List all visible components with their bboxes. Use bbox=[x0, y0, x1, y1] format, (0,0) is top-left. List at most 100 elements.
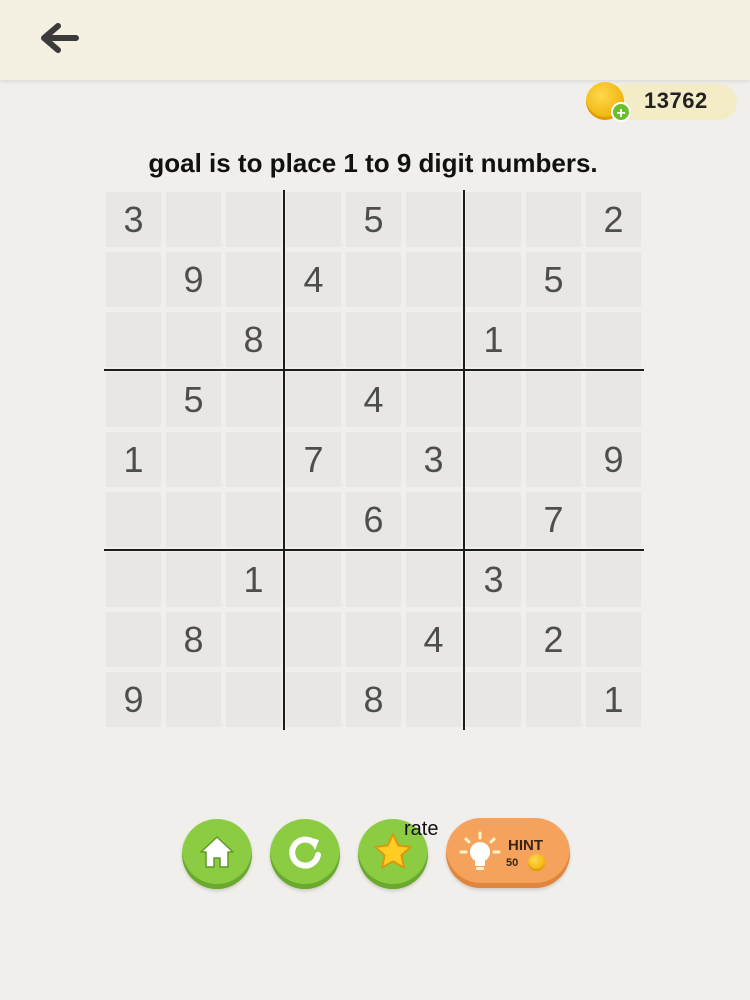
sudoku-cell[interactable]: 8 bbox=[166, 612, 221, 667]
hint-button[interactable]: HINT 50 bbox=[446, 818, 570, 888]
sudoku-cell[interactable]: 8 bbox=[226, 312, 281, 367]
coin-balance[interactable]: + 13762 bbox=[586, 82, 737, 122]
hint-label: HINT bbox=[508, 837, 543, 854]
hint-cost: 50 bbox=[506, 857, 519, 869]
sudoku-cell[interactable]: 9 bbox=[586, 432, 641, 487]
sudoku-cell[interactable]: 7 bbox=[526, 492, 581, 547]
sudoku-cell[interactable] bbox=[406, 312, 461, 367]
sudoku-cell[interactable] bbox=[226, 612, 281, 667]
sudoku-cell[interactable] bbox=[106, 552, 161, 607]
sudoku-cell[interactable] bbox=[286, 612, 341, 667]
sudoku-cell[interactable] bbox=[286, 492, 341, 547]
sudoku-cell[interactable] bbox=[226, 372, 281, 427]
sudoku-cell[interactable] bbox=[466, 252, 521, 307]
rate-label: rate bbox=[404, 818, 439, 840]
sudoku-cell[interactable] bbox=[406, 372, 461, 427]
sudoku-cell[interactable]: 2 bbox=[586, 192, 641, 247]
sudoku-cell[interactable] bbox=[226, 432, 281, 487]
sudoku-cell[interactable]: 7 bbox=[286, 432, 341, 487]
sudoku-cell[interactable] bbox=[226, 252, 281, 307]
block-divider-horizontal bbox=[104, 369, 644, 371]
sudoku-cell[interactable] bbox=[466, 492, 521, 547]
sudoku-cell[interactable] bbox=[586, 552, 641, 607]
instruction-text: goal is to place 1 to 9 digit numbers. bbox=[148, 148, 598, 178]
sudoku-cell[interactable] bbox=[586, 492, 641, 547]
sudoku-cell[interactable]: 4 bbox=[346, 372, 401, 427]
sudoku-cell[interactable]: 4 bbox=[406, 612, 461, 667]
sudoku-cell[interactable] bbox=[526, 192, 581, 247]
sudoku-cell[interactable] bbox=[106, 492, 161, 547]
sudoku-cell[interactable] bbox=[586, 372, 641, 427]
sudoku-cell[interactable]: 1 bbox=[106, 432, 161, 487]
sudoku-cell[interactable] bbox=[346, 432, 401, 487]
sudoku-cell[interactable] bbox=[466, 192, 521, 247]
sudoku-cell[interactable]: 1 bbox=[586, 672, 641, 727]
back-button[interactable] bbox=[30, 16, 90, 64]
coin-icon bbox=[528, 854, 545, 871]
sudoku-cell[interactable] bbox=[466, 432, 521, 487]
sudoku-cell[interactable] bbox=[466, 612, 521, 667]
sudoku-cell[interactable]: 1 bbox=[226, 552, 281, 607]
sudoku-cell[interactable] bbox=[346, 252, 401, 307]
sudoku-cell[interactable] bbox=[586, 612, 641, 667]
home-button[interactable] bbox=[182, 819, 252, 889]
sudoku-cell[interactable] bbox=[406, 552, 461, 607]
sudoku-cell[interactable]: 4 bbox=[286, 252, 341, 307]
sudoku-cell[interactable]: 5 bbox=[526, 252, 581, 307]
sudoku-cell[interactable] bbox=[286, 312, 341, 367]
sudoku-cell[interactable] bbox=[586, 312, 641, 367]
sudoku-cell[interactable] bbox=[166, 552, 221, 607]
sudoku-cell[interactable] bbox=[286, 192, 341, 247]
sudoku-cell[interactable]: 9 bbox=[106, 672, 161, 727]
sudoku-cell[interactable] bbox=[406, 192, 461, 247]
back-arrow-icon bbox=[40, 22, 80, 59]
sudoku-cell[interactable] bbox=[286, 672, 341, 727]
sudoku-cell[interactable] bbox=[166, 312, 221, 367]
sudoku-cell[interactable]: 9 bbox=[166, 252, 221, 307]
sudoku-cell[interactable] bbox=[166, 492, 221, 547]
sudoku-cell[interactable]: 1 bbox=[466, 312, 521, 367]
sudoku-cell[interactable] bbox=[166, 192, 221, 247]
sudoku-cell[interactable] bbox=[406, 492, 461, 547]
block-divider-horizontal bbox=[104, 549, 644, 551]
sudoku-cell[interactable] bbox=[106, 312, 161, 367]
sudoku-cell[interactable] bbox=[346, 312, 401, 367]
sudoku-cell[interactable] bbox=[286, 552, 341, 607]
sudoku-cell[interactable] bbox=[166, 672, 221, 727]
sudoku-cell[interactable]: 5 bbox=[166, 372, 221, 427]
restart-icon bbox=[284, 831, 326, 878]
sudoku-cell[interactable]: 3 bbox=[466, 552, 521, 607]
sudoku-cell[interactable] bbox=[106, 612, 161, 667]
sudoku-cell[interactable] bbox=[106, 372, 161, 427]
sudoku-cell[interactable] bbox=[346, 552, 401, 607]
sudoku-cell[interactable] bbox=[406, 252, 461, 307]
sudoku-cell[interactable] bbox=[526, 372, 581, 427]
sudoku-cell[interactable]: 6 bbox=[346, 492, 401, 547]
sudoku-cell[interactable] bbox=[586, 252, 641, 307]
sudoku-cell[interactable]: 8 bbox=[346, 672, 401, 727]
sudoku-cell[interactable] bbox=[226, 192, 281, 247]
sudoku-cell[interactable] bbox=[466, 672, 521, 727]
sudoku-cell[interactable] bbox=[286, 372, 341, 427]
restart-button[interactable] bbox=[270, 819, 340, 889]
sudoku-cell[interactable] bbox=[226, 492, 281, 547]
sudoku-cell[interactable] bbox=[166, 432, 221, 487]
home-icon bbox=[197, 832, 237, 877]
sudoku-cell[interactable]: 2 bbox=[526, 612, 581, 667]
sudoku-cell[interactable] bbox=[466, 372, 521, 427]
sudoku-cell[interactable] bbox=[526, 672, 581, 727]
sudoku-cell[interactable]: 3 bbox=[106, 192, 161, 247]
sudoku-cell[interactable]: 3 bbox=[406, 432, 461, 487]
add-coins-icon[interactable]: + bbox=[611, 102, 631, 122]
sudoku-board: 352945815417396713842981 bbox=[104, 190, 644, 730]
sudoku-cell[interactable] bbox=[526, 312, 581, 367]
sudoku-cell[interactable]: 5 bbox=[346, 192, 401, 247]
sudoku-cell[interactable] bbox=[106, 252, 161, 307]
coin-count: 13762 bbox=[644, 88, 708, 113]
sudoku-cell[interactable] bbox=[406, 672, 461, 727]
top-bar bbox=[0, 0, 750, 80]
sudoku-cell[interactable] bbox=[346, 612, 401, 667]
sudoku-cell[interactable] bbox=[526, 432, 581, 487]
sudoku-cell[interactable] bbox=[526, 552, 581, 607]
sudoku-cell[interactable] bbox=[226, 672, 281, 727]
